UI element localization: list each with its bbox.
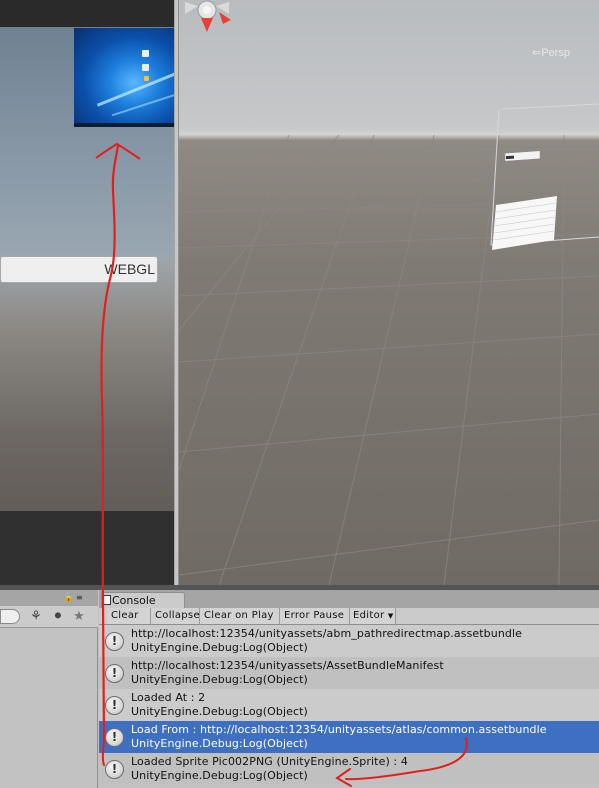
editor-dropdown[interactable]: Editor ▼ — [350, 608, 396, 624]
log-entry[interactable]: ! http://localhost:12354/unityassets/abm… — [99, 625, 599, 657]
info-icon: ! — [105, 760, 124, 779]
log-entry[interactable]: ! Loaded At : 2 UnityEngine.Debug:Log(Ob… — [99, 689, 599, 721]
console-tab-icon — [103, 595, 111, 605]
collapse-button[interactable]: Collapse — [151, 608, 200, 624]
persp-label-text: Persp — [541, 47, 570, 59]
editor-dropdown-label: Editor — [353, 610, 385, 621]
log-message: http://localhost:12354/unityassets/Asset… — [131, 659, 444, 672]
clear-button[interactable]: Clear — [107, 608, 151, 624]
log-message: Load From : http://localhost:12354/unity… — [131, 723, 547, 736]
scene-orientation-gizmo[interactable] — [179, 0, 239, 32]
filter-by-type-icon[interactable]: ⚘ — [28, 609, 44, 625]
hierarchy-tabbar: 🔒 ≡ — [0, 590, 98, 606]
log-stack: UnityEngine.Debug:Log(Object) — [131, 673, 308, 686]
log-stack: UnityEngine.Debug:Log(Object) — [131, 737, 308, 750]
desktop-screenshot-image — [74, 28, 174, 127]
info-icon: ! — [105, 728, 124, 747]
game-view-bottombar — [0, 511, 174, 585]
log-entry-selected[interactable]: ! Load From : http://localhost:12354/uni… — [99, 721, 599, 753]
persp-label[interactable]: ⇐Persp — [532, 46, 570, 59]
chevron-down-icon: ▼ — [387, 612, 394, 620]
desktop-folder-icon — [144, 76, 149, 81]
desktop-file-icon — [142, 50, 149, 57]
log-stack: UnityEngine.Debug:Log(Object) — [131, 769, 308, 782]
hierarchy-panel[interactable]: 🔒 ≡ ⚘ ⚫ ★ — [0, 590, 98, 788]
info-icon: ! — [105, 632, 124, 651]
console-tabbar: Console — [99, 590, 599, 609]
game-view[interactable]: WEBGL — [0, 0, 174, 585]
console-toolbar: Clear Collapse Clear on Play Error Pause… — [99, 608, 599, 625]
annotation-arrowhead — [95, 142, 141, 160]
label-tag-icon[interactable]: ⚫ — [50, 609, 66, 625]
tab-console[interactable]: Console — [101, 592, 185, 609]
log-stack: UnityEngine.Debug:Log(Object) — [131, 641, 308, 654]
desktop-file-icon — [142, 64, 149, 71]
game-view-ground — [0, 257, 174, 511]
console-panel[interactable]: Console Clear Collapse Clear on Play Err… — [99, 590, 599, 788]
game-view-topbar — [0, 0, 174, 27]
info-icon: ! — [105, 664, 124, 683]
console-log-list[interactable]: ! http://localhost:12354/unityassets/abm… — [99, 625, 599, 788]
desktop-taskbar — [74, 123, 174, 127]
info-icon: ! — [105, 696, 124, 715]
clear-on-play-button[interactable]: Clear on Play — [200, 608, 280, 624]
hierarchy-toolbar: ⚘ ⚫ ★ — [0, 606, 98, 628]
log-message: Loaded At : 2 — [131, 691, 206, 704]
lock-icon[interactable]: 🔒 — [63, 593, 74, 603]
scene-grid — [179, 103, 599, 585]
log-entry[interactable]: ! Loaded Sprite Pic002PNG (UnityEngine.S… — [99, 753, 599, 785]
panel-menu-icon[interactable]: ≡ — [76, 594, 88, 602]
webgl-input-field[interactable]: WEBGL — [0, 256, 158, 283]
log-entry[interactable]: ! http://localhost:12354/unityassets/Ass… — [99, 657, 599, 689]
log-message: Loaded Sprite Pic002PNG (UnityEngine.Spr… — [131, 755, 408, 768]
light-ray — [96, 68, 174, 107]
favorite-star-icon[interactable]: ★ — [71, 609, 87, 625]
error-pause-button[interactable]: Error Pause — [280, 608, 350, 624]
scene-view[interactable]: ⇐Persp — [179, 0, 599, 585]
log-stack: UnityEngine.Debug:Log(Object) — [131, 705, 308, 718]
console-tab-label: Console — [112, 594, 156, 607]
search-input[interactable] — [0, 609, 20, 624]
log-message: http://localhost:12354/unityassets/abm_p… — [131, 627, 523, 640]
